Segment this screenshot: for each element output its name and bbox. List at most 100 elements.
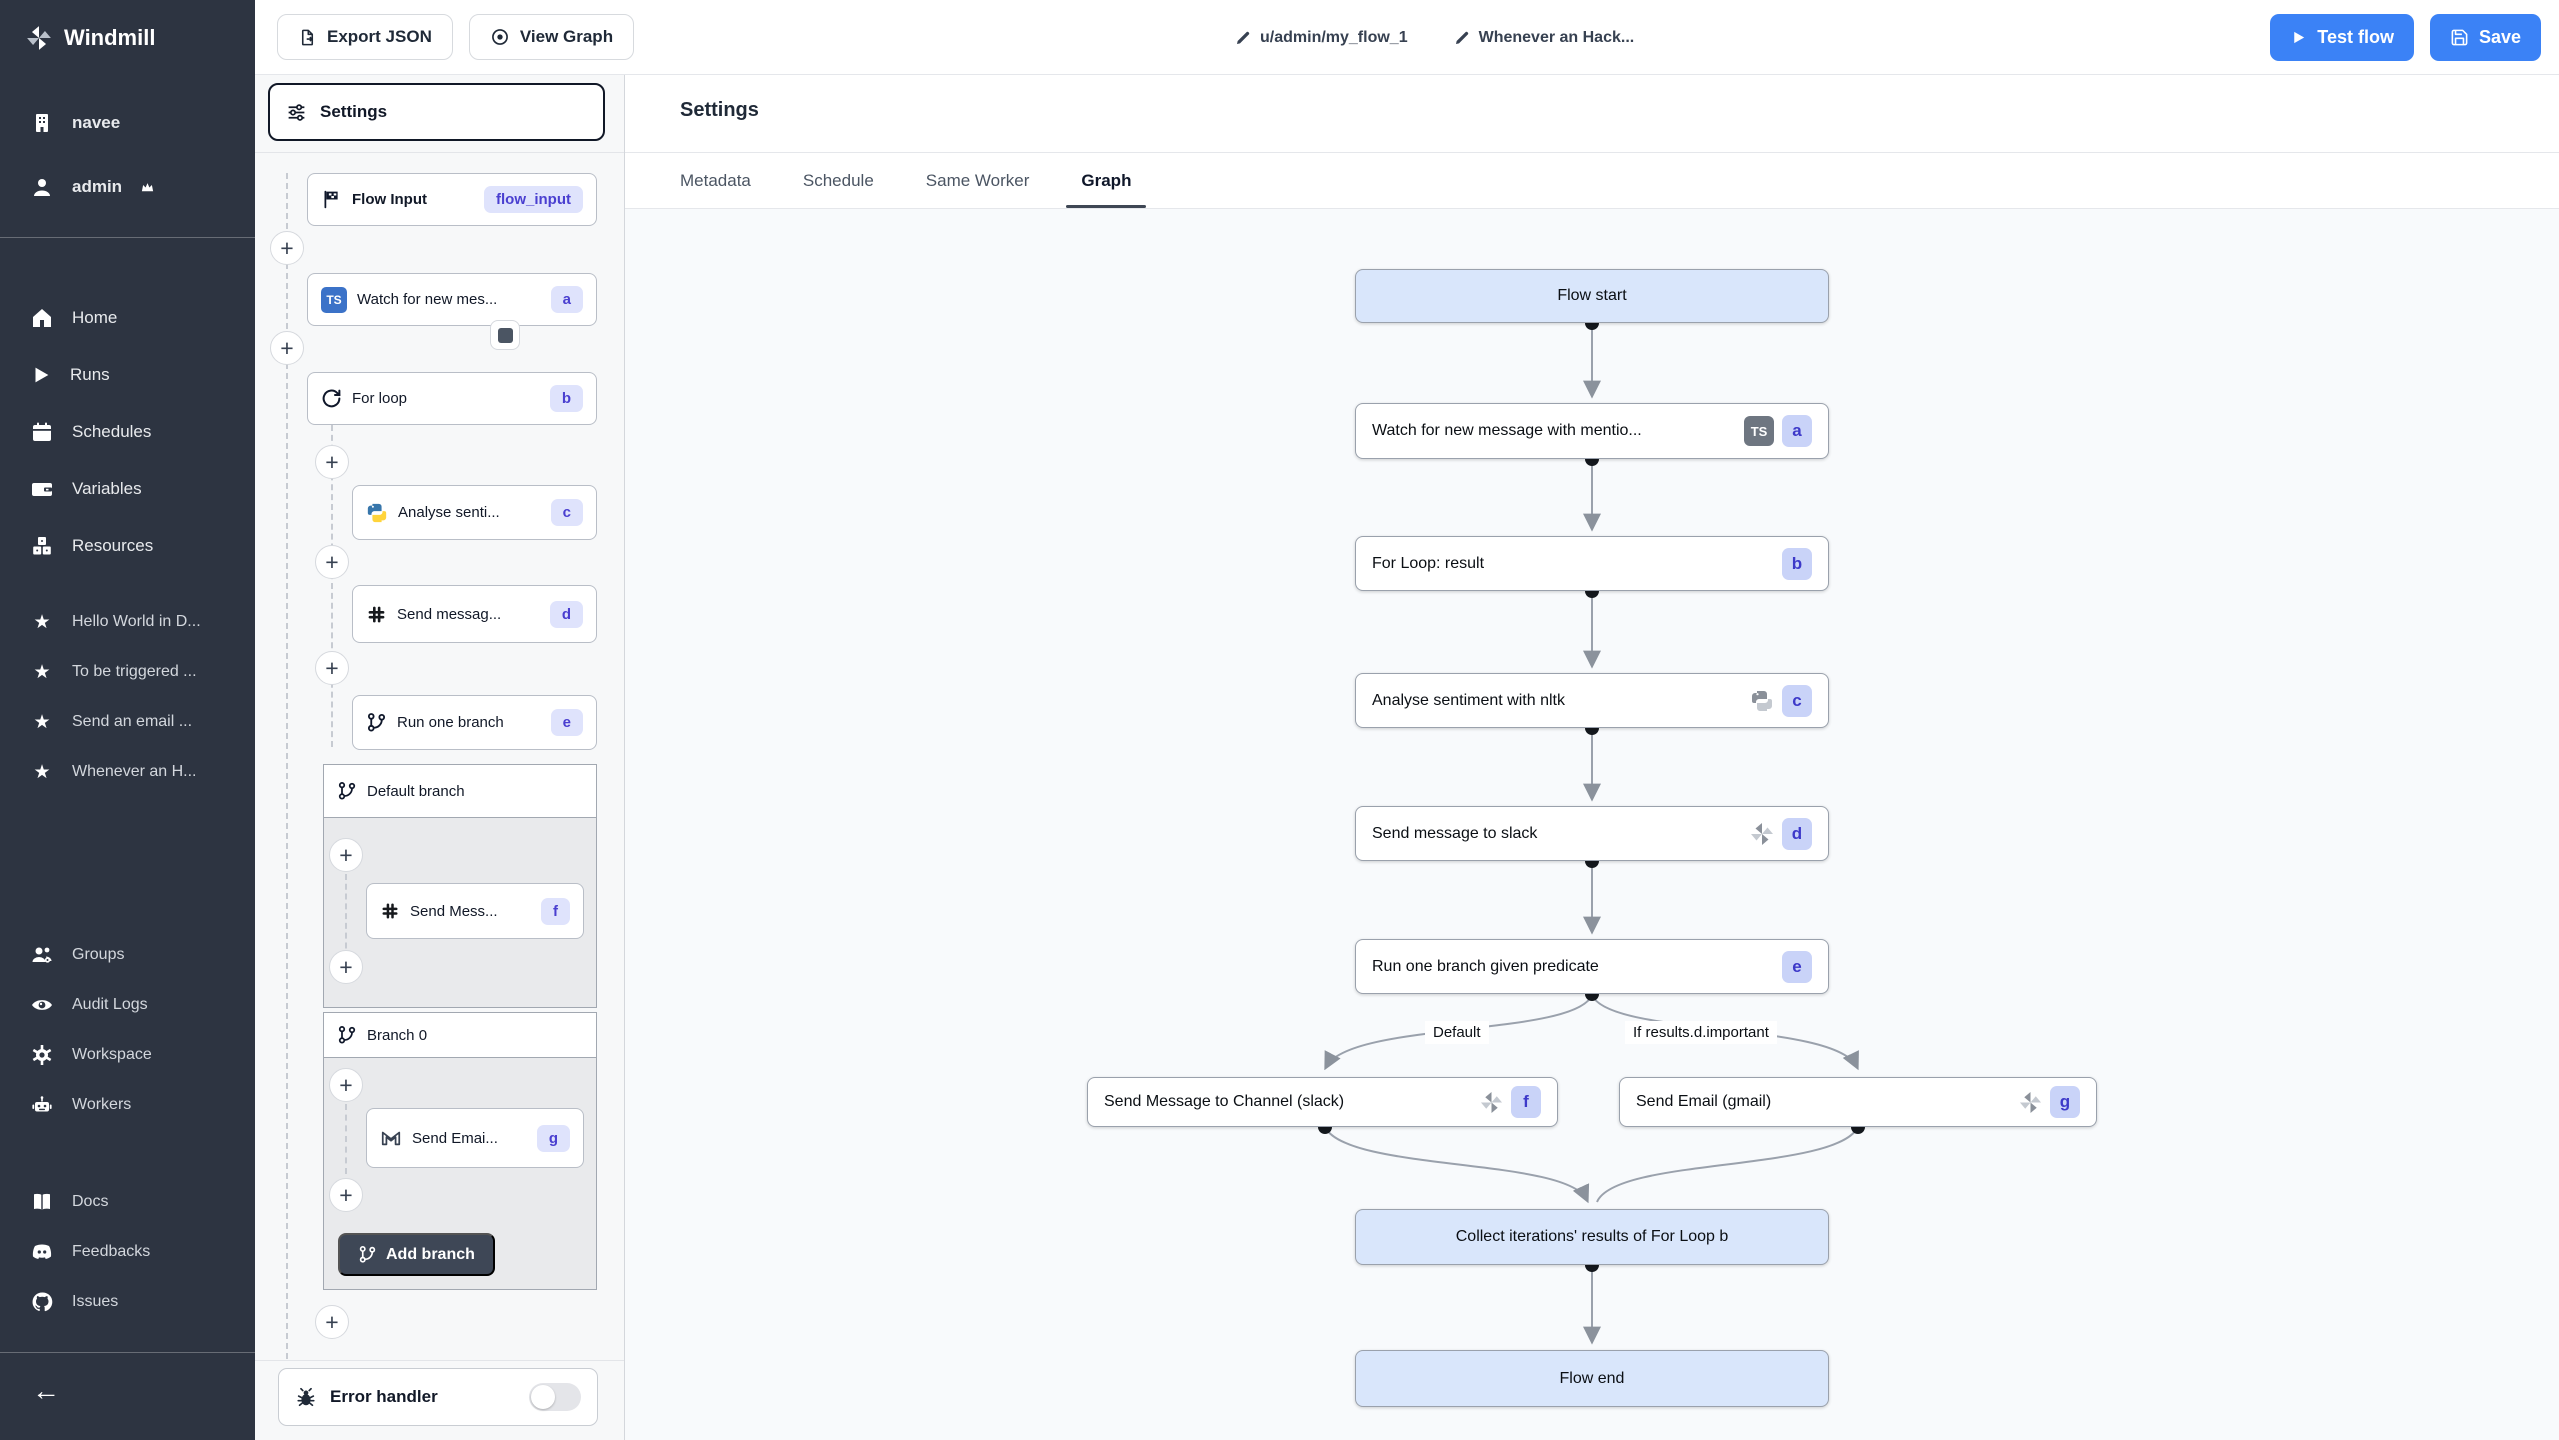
step-label: For loop [352,390,408,407]
sidebar-item-issues[interactable]: Issues [0,1280,255,1324]
flow-name-edit[interactable]: Whenever an Hack... [1454,28,1635,47]
sidebar-item-schedules[interactable]: Schedules [0,410,255,454]
graph-node-run-one-branch[interactable]: Run one branch given predicate e [1355,939,1829,994]
flow-settings-label: Settings [320,102,388,121]
add-step-button[interactable]: + [329,950,363,984]
sidebar-item-resources[interactable]: Resources [0,524,255,568]
collapse-sidebar-button[interactable]: ← [0,1375,255,1407]
export-json-label: Export JSON [327,27,432,46]
user-menu[interactable]: admin [0,167,255,207]
favorite-label: To be triggered ... [72,663,197,680]
windmill-app: Windmill navee admin Home Runs Schedules… [0,0,2559,1440]
flow-path: u/admin/my_flow_1 [1260,28,1408,46]
save-button[interactable]: Save [2429,14,2541,61]
add-step-button[interactable]: + [329,1068,363,1102]
flow-input-node[interactable]: Flow Input flow_input [307,173,597,226]
windmill-icon [1751,822,1773,845]
flow-path-edit[interactable]: u/admin/my_flow_1 [1235,29,1408,47]
graph-node-branch-gmail[interactable]: Send Email (gmail) g [1619,1077,2097,1127]
eye-icon [32,1000,52,1010]
flow-graph-canvas[interactable]: Default If results.d.important Flow star… [625,209,2559,1440]
sidebar-item-home[interactable]: Home [0,296,255,340]
step-label: Send Emai... [412,1129,498,1147]
favorite-item-2[interactable]: ★ To be triggered ... [0,650,255,694]
flow-settings-button[interactable]: Settings [268,83,605,141]
node-label: Send Message to Channel (slack) [1104,1093,1345,1110]
favorite-item-3[interactable]: ★ Send an email ... [0,700,255,744]
graph-node-collect[interactable]: Collect iterations' results of For Loop … [1355,1209,1829,1265]
sidebar-item-audit-logs[interactable]: Audit Logs [0,983,255,1027]
flow-name: Whenever an Hack... [1478,28,1635,46]
step-label: Send messag... [397,605,502,623]
add-step-button[interactable]: + [315,545,349,579]
default-branch-header[interactable]: Default branch [323,764,597,818]
building-icon [36,114,48,132]
add-branch-button[interactable]: Add branch [338,1233,495,1276]
view-graph-button[interactable]: View Graph [468,14,635,60]
branch-icon [338,782,356,800]
sidebar-item-label: Feedbacks [72,1243,151,1260]
workspace-switcher[interactable]: navee [0,103,255,143]
favorite-item-4[interactable]: ★ Whenever an H... [0,750,255,794]
graph-node-watch[interactable]: Watch for new message with mentio... TS … [1355,403,1829,459]
step-watch-node[interactable]: TS Watch for new mes... a [307,273,597,326]
test-flow-button[interactable]: Test flow [2270,14,2414,61]
error-handler-label: Error handler [330,1387,438,1406]
graph-node-for-loop[interactable]: For Loop: result b [1355,536,1829,591]
add-step-button[interactable]: + [270,331,304,365]
tab-same-worker[interactable]: Same Worker [926,153,1030,208]
tab-metadata[interactable]: Metadata [680,153,751,208]
graph-node-analyse[interactable]: Analyse sentiment with nltk c [1355,673,1829,728]
step-send-email-node[interactable]: Send Emai... g [366,1108,584,1168]
brand[interactable]: Windmill [0,0,255,75]
sidebar-item-workspace[interactable]: Workspace [0,1033,255,1077]
flow-input-badge: flow_input [484,186,583,213]
drag-handle[interactable] [490,320,520,350]
branch-icon [359,1245,376,1263]
page-title: Settings [680,99,759,121]
tab-graph[interactable]: Graph [1066,153,1147,208]
add-step-button[interactable]: + [329,1178,363,1212]
step-for-loop-node[interactable]: For loop b [307,372,597,425]
step-badge: f [541,897,570,925]
step-send-message-node[interactable]: Send messag... d [352,585,597,643]
step-analyse-node[interactable]: Analyse senti... c [352,485,597,540]
workspace-name: navee [72,113,121,132]
toggle-knob [531,1385,555,1409]
branch-0-body: + Send Emai... g + Add branch [323,1058,597,1290]
sidebar-item-variables[interactable]: Variables [0,467,255,511]
graph-node-flow-start[interactable]: Flow start [1355,269,1829,323]
graph-node-branch-slack[interactable]: Send Message to Channel (slack) f [1087,1077,1558,1127]
branch-0-header[interactable]: Branch 0 [323,1012,597,1058]
sidebar-item-runs[interactable]: Runs [0,353,255,397]
add-step-button[interactable]: + [315,1305,349,1339]
graph-node-flow-end[interactable]: Flow end [1355,1350,1829,1407]
graph-node-send-slack[interactable]: Send message to slack d [1355,806,1829,861]
sidebar-item-workers[interactable]: Workers [0,1083,255,1127]
sidebar-item-docs[interactable]: Docs [0,1180,255,1224]
cubes-icon [33,537,51,555]
sidebar-item-label: Workers [72,1096,132,1113]
tab-schedule[interactable]: Schedule [803,153,874,208]
add-step-button[interactable]: + [270,231,304,265]
node-label: For Loop: result [1372,554,1485,572]
error-handler[interactable]: Error handler [278,1368,598,1426]
sidebar-item-label: Workspace [72,1046,152,1063]
node-label: Flow end [1559,1369,1625,1387]
export-json-button[interactable]: Export JSON [277,14,453,60]
sidebar-item-groups[interactable]: Groups [0,933,255,977]
add-step-button[interactable]: + [315,651,349,685]
step-label: Analyse senti... [398,504,500,521]
step-run-one-branch-node[interactable]: Run one branch e [352,695,597,750]
windmill-icon [1480,1091,1503,1113]
add-step-button[interactable]: + [329,838,363,872]
edge-label-default: Default [1425,1021,1489,1044]
panel-divider [255,152,624,153]
branch-spine-line [345,1104,347,1174]
step-send-mess-node[interactable]: Send Mess... f [366,883,584,939]
error-handler-toggle[interactable] [529,1383,581,1411]
home-icon [33,309,51,327]
add-step-button[interactable]: + [315,445,349,479]
sidebar-item-feedbacks[interactable]: Feedbacks [0,1230,255,1274]
favorite-item-1[interactable]: ★ Hello World in D... [0,600,255,644]
